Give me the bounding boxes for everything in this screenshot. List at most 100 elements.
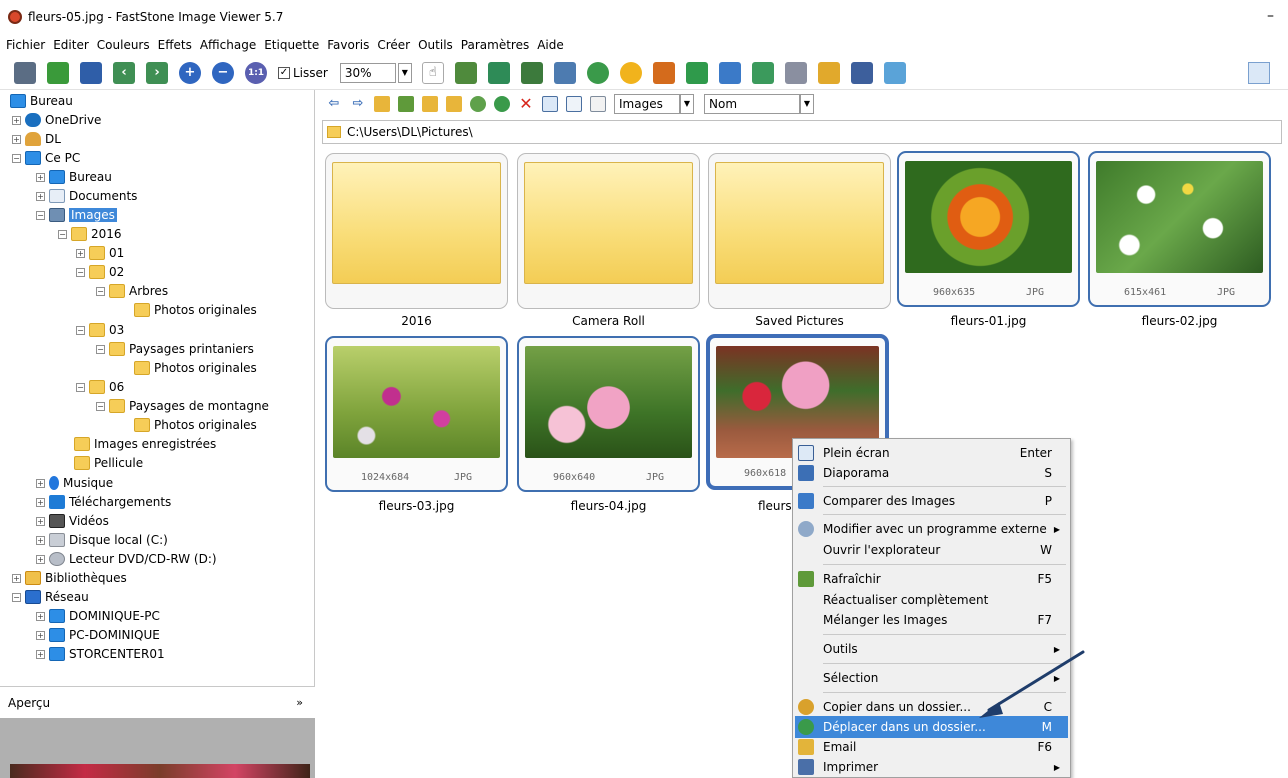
thumbnail-fleurs-04[interactable]: 960x640 JPG [517, 336, 700, 492]
expand-icon[interactable]: + [12, 573, 21, 583]
crop-icon[interactable] [454, 61, 477, 84]
menu-item-copier-dossier[interactable]: Copier dans un dossier... C [795, 696, 1068, 718]
delete-icon[interactable]: ✕ [518, 96, 534, 112]
zoom-select[interactable]: 30% [339, 62, 396, 83]
move-to-folder-icon[interactable] [494, 96, 510, 112]
favorites-folder-icon[interactable] [398, 96, 414, 112]
tree-item-disque-local[interactable]: + Disque local (C:) [36, 531, 168, 549]
tree-item-bureau[interactable]: + Bureau [36, 168, 112, 186]
menu-effets[interactable]: Effets [158, 38, 192, 52]
tree-item-06[interactable]: − 06 [76, 378, 124, 396]
tree-item-videos[interactable]: + Vidéos [36, 512, 109, 530]
expand-icon[interactable]: + [36, 649, 45, 659]
tree-item-musique[interactable]: + Musique [36, 474, 113, 492]
expand-icon[interactable]: + [36, 191, 45, 201]
expand-icon[interactable]: + [36, 535, 45, 545]
tree-item-images[interactable]: − Images [36, 206, 117, 224]
tree-item-ce-pc[interactable]: − Ce PC [12, 149, 80, 167]
tree-item-dl[interactable]: + DL [12, 130, 61, 148]
thumbnail-folder-saved-pictures[interactable] [708, 153, 891, 309]
contact-sheet-icon[interactable] [718, 61, 741, 84]
zoom-in-icon[interactable]: + [179, 61, 201, 84]
collapse-icon[interactable]: − [12, 153, 21, 163]
thumbnails-view-icon[interactable] [542, 96, 558, 112]
filter-dropdown-icon[interactable]: ▼ [680, 94, 694, 114]
menu-editer[interactable]: Editer [53, 38, 89, 52]
lisser-checkbox[interactable]: ✓ Lisser [278, 66, 328, 80]
tree-item-lecteur-dvd[interactable]: + Lecteur DVD/CD-RW (D:) [36, 550, 217, 568]
desktop-folder-icon[interactable] [446, 96, 462, 112]
menu-item-outils[interactable]: Outils ▶ [795, 638, 1068, 660]
menu-item-modifier-externe[interactable]: Modifier avec un programme externe ▶ [795, 518, 1068, 540]
forward-arrow-icon[interactable]: ⇨ [350, 96, 366, 112]
expand-icon[interactable]: + [36, 554, 45, 564]
list-view-icon[interactable] [566, 96, 582, 112]
brightness-icon[interactable] [619, 61, 642, 84]
menu-item-diaporama[interactable]: Diaporama S [795, 462, 1068, 484]
expand-icon[interactable]: + [36, 497, 45, 507]
expand-icon[interactable]: + [76, 248, 85, 258]
collapse-icon[interactable]: − [12, 592, 21, 602]
zoom-dropdown-icon[interactable]: ▼ [397, 62, 412, 83]
resize-icon[interactable] [487, 61, 510, 84]
menu-couleurs[interactable]: Couleurs [97, 38, 150, 52]
rotate-left-icon[interactable] [652, 61, 675, 84]
redeye-icon[interactable] [586, 61, 609, 84]
tree-item-03[interactable]: − 03 [76, 321, 124, 339]
sort-dropdown-icon[interactable]: ▼ [800, 94, 814, 114]
tree-item-documents[interactable]: + Documents [36, 187, 137, 205]
tree-item-dominique-pc[interactable]: + DOMINIQUE-PC [36, 607, 160, 625]
tree-item-photos-originales[interactable]: Photos originales [134, 416, 257, 434]
parent-folder-icon[interactable] [374, 96, 390, 112]
menu-item-deplacer-dossier[interactable]: Déplacer dans un dossier... M [795, 716, 1068, 738]
collapse-icon[interactable]: − [76, 325, 85, 335]
menu-item-selection[interactable]: Sélection ▶ [795, 667, 1068, 689]
tree-item-pc-dominique[interactable]: + PC-DOMINIQUE [36, 626, 160, 644]
draw-icon[interactable] [784, 61, 807, 84]
menu-fichier[interactable]: Fichier [6, 38, 45, 52]
tree-item-2016[interactable]: − 2016 [58, 225, 122, 243]
collapse-icon[interactable]: − [76, 382, 85, 392]
tree-item-arbres[interactable]: − Arbres [96, 282, 168, 300]
menu-parametres[interactable]: Paramètres [461, 38, 529, 52]
thumbnail-fleurs-02[interactable]: 615x461 JPG [1088, 151, 1271, 307]
next-icon[interactable]: › [146, 61, 168, 84]
collapse-icon[interactable]: − [96, 286, 105, 296]
tree-item-bibliotheques[interactable]: + Bibliothèques [12, 569, 127, 587]
expand-icon[interactable]: + [36, 478, 45, 488]
tree-item-02[interactable]: − 02 [76, 263, 124, 281]
text-icon[interactable] [553, 61, 576, 84]
tree-item-01[interactable]: +01 [76, 244, 124, 262]
collapse-icon[interactable]: − [96, 401, 105, 411]
expand-icon[interactable]: + [36, 516, 45, 526]
tree-item-onedrive[interactable]: + OneDrive [12, 111, 101, 129]
tree-item-telechargements[interactable]: + Téléchargements [36, 493, 171, 511]
tree-item-reseau[interactable]: − Réseau [12, 588, 89, 606]
expand-icon[interactable]: + [12, 134, 21, 144]
expand-icon[interactable]: + [12, 115, 21, 125]
hand-tool-icon[interactable]: ☝ [421, 61, 444, 84]
menu-creer[interactable]: Créer [377, 38, 410, 52]
expand-icon[interactable]: + [36, 630, 45, 640]
menu-item-plein-ecran[interactable]: Plein écran Enter [795, 442, 1068, 464]
collapse-icon[interactable]: − [58, 229, 67, 239]
camera-icon[interactable] [14, 61, 36, 84]
collapse-icon[interactable]: − [36, 210, 45, 220]
tree-item-paysages-printaniers[interactable]: − Paysages printaniers [96, 340, 254, 358]
save-icon[interactable] [80, 61, 102, 84]
filter-select[interactable]: Images [614, 94, 680, 114]
copy-to-folder-icon[interactable] [470, 96, 486, 112]
back-arrow-icon[interactable]: ⇦ [326, 96, 342, 112]
thumbnail-folder-camera-roll[interactable] [517, 153, 700, 309]
tree-item-photos-originales[interactable]: Photos originales [134, 301, 257, 319]
menu-item-reactualiser[interactable]: Réactualiser complètement [795, 589, 1068, 611]
thumbnail-fleurs-03[interactable]: 1024x684 JPG [325, 336, 508, 492]
collapse-icon[interactable]: − [96, 344, 105, 354]
open-folder-icon[interactable] [47, 61, 69, 84]
email-icon[interactable] [817, 61, 840, 84]
menu-item-imprimer[interactable]: Imprimer ▶ [795, 756, 1068, 778]
collapse-icon[interactable]: − [76, 267, 85, 277]
menu-item-email[interactable]: Email F6 [795, 736, 1068, 758]
menu-favoris[interactable]: Favoris [327, 38, 369, 52]
canvas-icon[interactable] [520, 61, 543, 84]
